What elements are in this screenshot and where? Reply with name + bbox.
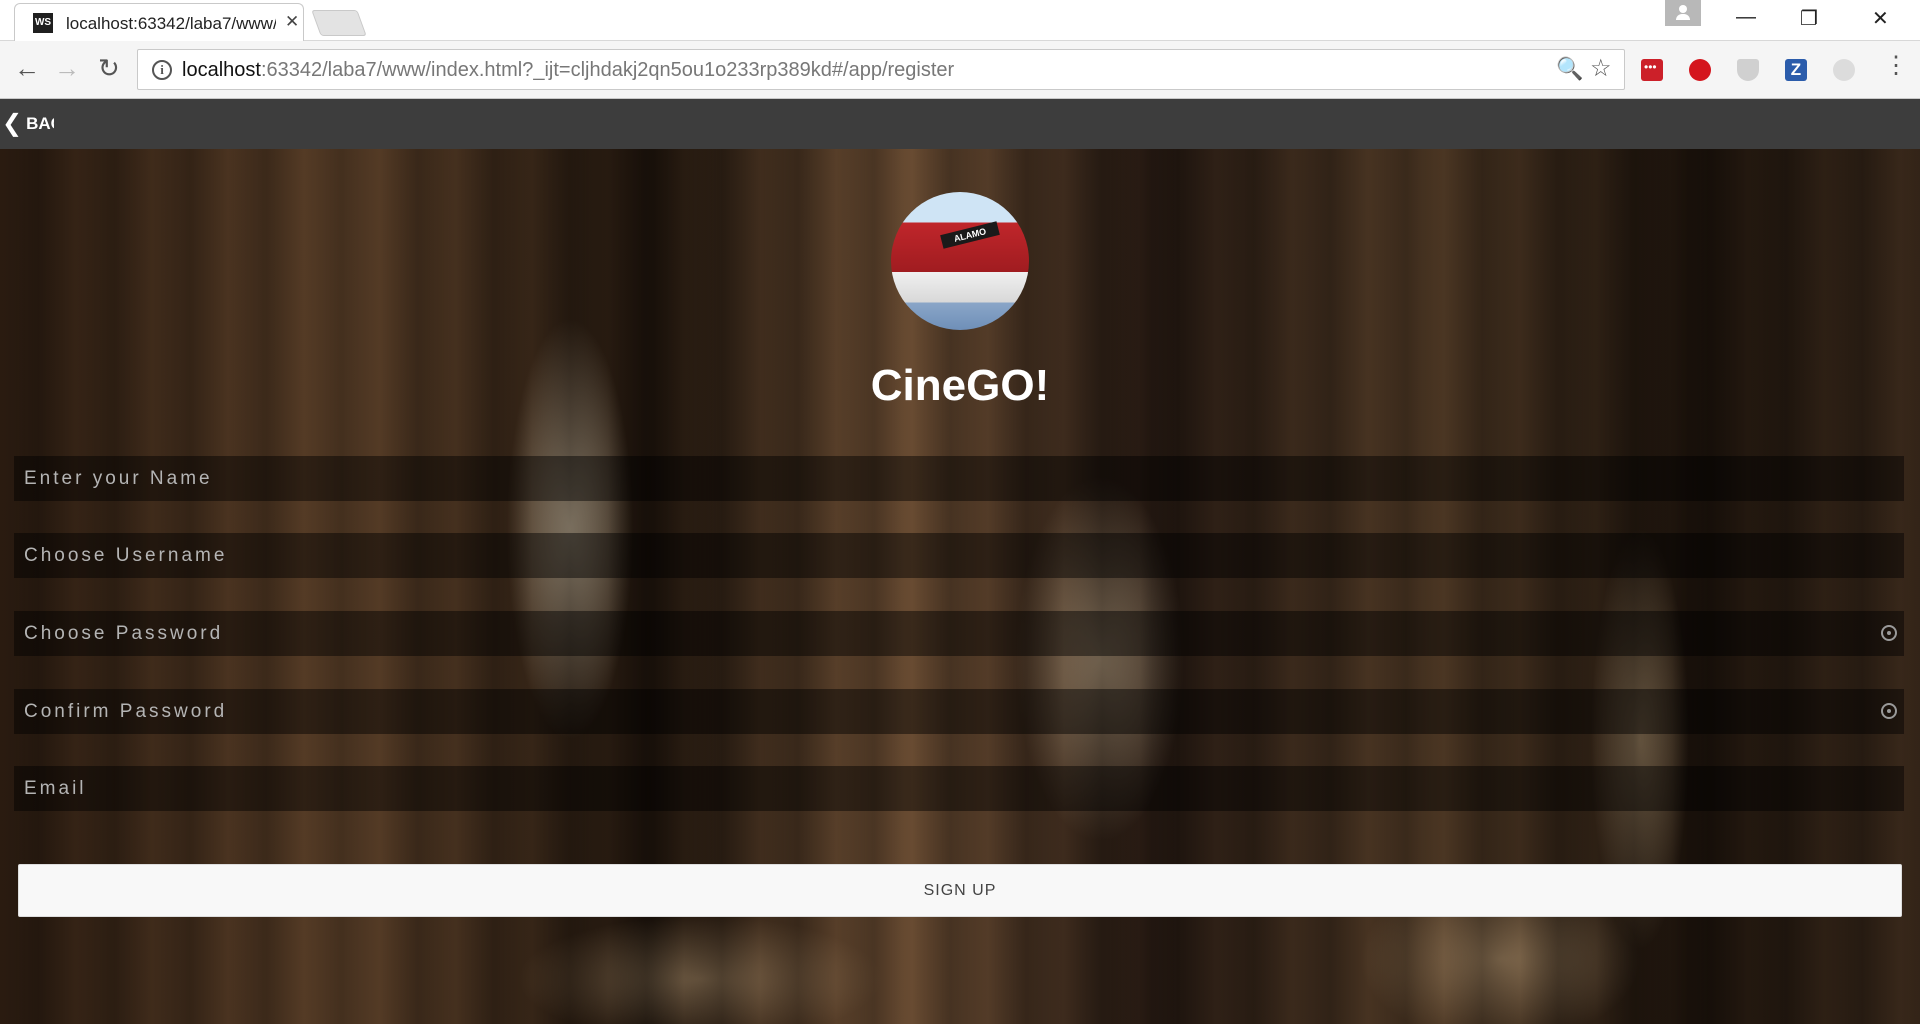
password-input[interactable] xyxy=(14,611,1904,656)
reload-icon[interactable]: ↻ xyxy=(98,53,120,83)
star-icon[interactable]: ☆ xyxy=(1590,54,1612,83)
name-field xyxy=(14,456,1904,501)
app-header-bar: ❮BACK xyxy=(0,99,1920,149)
username-input[interactable] xyxy=(14,533,1904,578)
z-extension-icon[interactable]: Z xyxy=(1785,59,1807,81)
back-button[interactable]: ❮BACK xyxy=(2,111,54,137)
webstorm-icon: WS xyxy=(33,13,53,33)
tab-close-icon[interactable]: ✕ xyxy=(285,12,299,32)
tab-title: localhost:63342/laba7/www/index.html xyxy=(66,14,276,33)
minimize-icon[interactable]: — xyxy=(1736,6,1756,29)
shield-extension-icon[interactable] xyxy=(1737,59,1759,81)
adblock-extension-icon[interactable] xyxy=(1689,59,1711,81)
app-title: CineGO! xyxy=(870,361,1050,410)
zoom-icon[interactable]: 🔍 xyxy=(1556,56,1583,82)
lastpass-extension-icon[interactable] xyxy=(1641,59,1663,81)
cinema-logo-image: ALAMO xyxy=(891,192,1029,330)
email-input[interactable] xyxy=(14,766,1904,811)
browser-tab-strip: WS localhost:63342/laba7/www/index.html … xyxy=(0,0,1920,41)
eye-icon[interactable] xyxy=(1881,703,1897,719)
logo-sign: ALAMO xyxy=(940,221,1000,249)
profile-icon[interactable] xyxy=(1665,0,1701,26)
address-bar[interactable]: i localhost:63342/laba7/www/index.html?_… xyxy=(137,49,1625,90)
browser-tab[interactable]: WS localhost:63342/laba7/www/index.html … xyxy=(14,3,304,41)
confirm-password-field xyxy=(14,689,1904,734)
ghostery-extension-icon[interactable] xyxy=(1833,59,1855,81)
register-page: ❮BACK ALAMO CineGO! SIGN UP xyxy=(0,99,1920,1024)
info-icon[interactable]: i xyxy=(152,60,172,80)
chevron-left-icon: ❮ xyxy=(2,111,23,137)
back-button-label: BACK xyxy=(26,114,54,133)
username-field xyxy=(14,533,1904,578)
url-path: :63342/laba7/www/index.html?_ijt=cljhdak… xyxy=(260,59,955,81)
address-url[interactable]: localhost:63342/laba7/www/index.html?_ij… xyxy=(182,59,954,82)
url-host: localhost xyxy=(182,59,261,81)
confirm-password-input[interactable] xyxy=(14,689,1904,734)
window-close-icon[interactable]: ✕ xyxy=(1872,6,1889,31)
browser-toolbar: ← → ↻ i localhost:63342/laba7/www/index.… xyxy=(0,41,1920,99)
back-arrow-icon[interactable]: ← xyxy=(14,53,40,83)
eye-icon[interactable] xyxy=(1881,625,1897,641)
password-field xyxy=(14,611,1904,656)
sign-up-button[interactable]: SIGN UP xyxy=(18,864,1902,917)
name-input[interactable] xyxy=(14,456,1904,501)
browser-menu-icon[interactable]: ⋮ xyxy=(1884,53,1908,79)
forward-arrow-icon[interactable]: → xyxy=(54,53,80,83)
new-tab-button[interactable] xyxy=(311,10,367,36)
restore-icon[interactable]: ❐ xyxy=(1800,6,1818,31)
email-field xyxy=(14,766,1904,811)
